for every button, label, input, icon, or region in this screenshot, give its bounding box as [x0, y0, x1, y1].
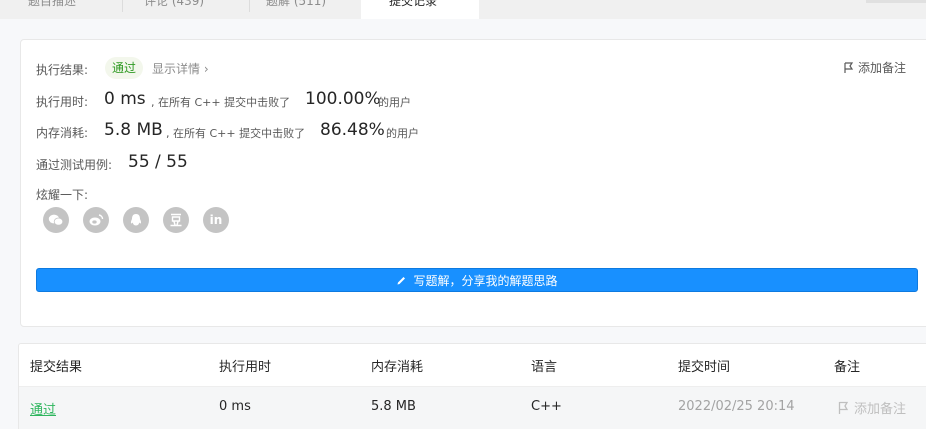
header-language: 语言	[531, 360, 558, 375]
linkedin-icon[interactable]: in	[203, 207, 229, 233]
row-time: 2022/02/25 20:14	[678, 399, 795, 414]
memory-suffix: 的用户	[386, 127, 419, 140]
weibo-icon[interactable]	[83, 207, 109, 233]
runtime-label: 执行用时:	[36, 95, 89, 109]
tab-description[interactable]: 题目描述	[12, 0, 112, 19]
tab-comments-label: 评论 (439)	[144, 0, 205, 8]
top-right-shadow	[866, 0, 926, 3]
header-status: 提交结果	[30, 360, 83, 375]
tab-separator	[122, 0, 123, 12]
qq-icon[interactable]	[123, 207, 149, 233]
flag-icon	[838, 401, 849, 414]
header-note: 备注	[834, 360, 861, 375]
pencil-icon	[397, 276, 406, 284]
memory-text: , 在所有 C++ 提交中击败了	[166, 127, 306, 140]
row-memory: 5.8 MB	[371, 399, 416, 414]
douban-icon[interactable]	[163, 207, 189, 233]
tab-bar: 题目描述 评论 (439) 题解 (511) 提交记录	[0, 0, 926, 19]
runtime-text: , 在所有 C++ 提交中击败了	[151, 96, 291, 109]
tab-submissions-label: 提交记录	[389, 0, 438, 8]
memory-label: 内存消耗:	[36, 126, 89, 140]
header-time: 提交时间	[678, 360, 731, 375]
row-add-note-label: 添加备注	[854, 402, 907, 417]
show-details-link[interactable]: 显示详情 ›	[152, 60, 209, 77]
tab-solutions-label: 题解 (511)	[266, 0, 327, 8]
tab-submissions[interactable]: 提交记录	[361, 0, 479, 19]
add-note-label: 添加备注	[858, 61, 907, 75]
tab-description-label: 题目描述	[28, 0, 77, 8]
write-solution-label: 写题解，分享我的解题思路	[413, 273, 558, 288]
show-details-label: 显示详情	[152, 62, 201, 76]
row-status-link[interactable]: 通过	[30, 399, 56, 418]
write-solution-button[interactable]: 写题解，分享我的解题思路	[36, 268, 918, 292]
wechat-icon[interactable]	[43, 207, 69, 233]
tab-separator	[249, 0, 250, 12]
header-memory: 内存消耗	[371, 360, 424, 375]
row-add-note-button[interactable]: 添加备注	[838, 398, 906, 417]
tab-comments[interactable]: 评论 (439)	[130, 0, 240, 19]
memory-value: 5.8 MB	[104, 120, 163, 140]
share-label: 炫耀一下:	[36, 188, 89, 202]
row-runtime: 0 ms	[219, 399, 251, 414]
runtime-value: 0 ms	[104, 89, 146, 109]
runtime-suffix: 的用户	[378, 96, 411, 109]
testcases-value: 55 / 55	[128, 152, 188, 172]
tab-solutions[interactable]: 题解 (511)	[256, 0, 356, 19]
row-language: C++	[531, 399, 562, 414]
testcases-label: 通过测试用例:	[36, 158, 113, 172]
memory-percent: 86.48%	[320, 120, 385, 140]
flag-icon	[844, 61, 854, 73]
header-runtime: 执行用时	[219, 360, 272, 375]
add-note-button[interactable]: 添加备注	[844, 59, 906, 76]
status-label: 执行结果:	[36, 63, 89, 77]
status-badge: 通过	[105, 57, 144, 79]
runtime-percent: 100.00%	[305, 89, 381, 109]
